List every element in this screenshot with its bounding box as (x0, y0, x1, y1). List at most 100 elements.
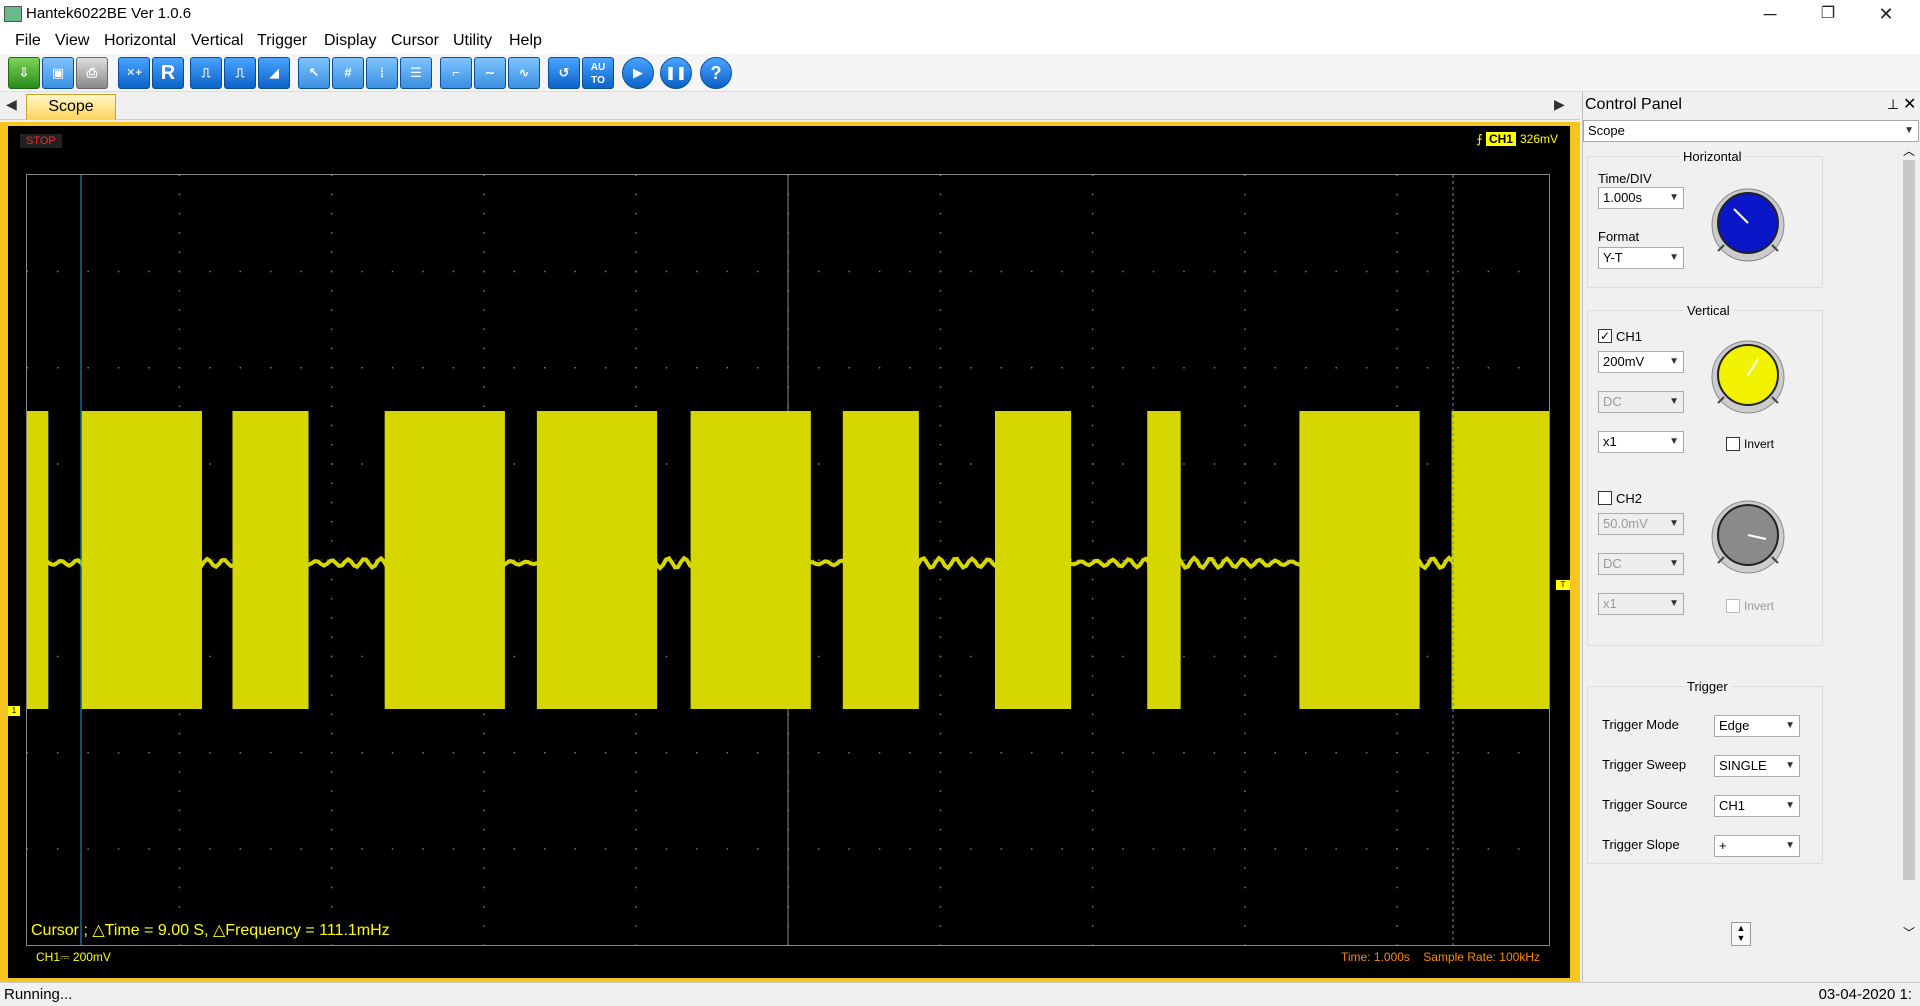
grid-dot (635, 790, 637, 792)
grid-dot (1091, 482, 1094, 484)
ch2-volts-knob-icon[interactable] (1710, 499, 1786, 575)
menu-vertical[interactable]: Vertical (191, 32, 243, 50)
trigger-slope-select[interactable]: + ▼ (1714, 835, 1800, 857)
pin-icon[interactable]: ⊥ (1887, 96, 1899, 113)
trigger-mode-select[interactable]: Edge ▼ (1714, 715, 1800, 737)
ch1-invert-checkbox[interactable] (1726, 437, 1740, 451)
menu-view[interactable]: View (55, 32, 89, 50)
menu-help[interactable]: Help (509, 32, 542, 50)
auto-icon[interactable]: AU TO (582, 57, 614, 89)
ch1-probe-value: x1 (1603, 434, 1617, 449)
time-div-select[interactable]: 1.000s ▼ (1598, 187, 1684, 209)
grid-dot (1244, 405, 1246, 407)
grid-dot (1091, 636, 1094, 638)
ch1-level-marker[interactable]: 1 (8, 706, 20, 716)
grid-dot (635, 906, 637, 908)
grid-dot (178, 405, 181, 407)
grid-dot (1183, 463, 1185, 465)
panel-close-icon[interactable]: ✕ (1903, 94, 1916, 114)
scope-display[interactable]: STOP ⨍ CH1 326mV Cursor ; △Time = 9.00 S,… (8, 126, 1570, 978)
cursor-xy-icon[interactable]: ✕+ (118, 57, 150, 89)
grid-dot (483, 213, 485, 215)
grid-dot (939, 309, 942, 311)
ch2-checkbox[interactable] (1598, 491, 1612, 505)
ch1-invert-label: Invert (1744, 437, 1775, 451)
grid-dot (87, 848, 89, 850)
grid-dot (117, 848, 120, 850)
grid-dot (483, 270, 485, 273)
scroll-up-icon[interactable]: ︿ (1903, 142, 1915, 159)
grid-dot (270, 367, 272, 369)
print-icon[interactable]: ⎙ (76, 57, 108, 89)
scroll-down-icon[interactable]: ﹀ (1903, 924, 1915, 941)
panel-scrollbar[interactable]: ︿ ﹀ (1899, 142, 1917, 942)
ch1-volts-select[interactable]: 200mV ▼ (1598, 351, 1684, 373)
ch2-volts-select[interactable]: 50.0mV ▼ (1598, 513, 1684, 535)
ramp-icon[interactable]: ◢ (258, 57, 290, 89)
r-icon[interactable]: R (152, 57, 184, 89)
grid-dot (1396, 367, 1398, 369)
grid-icon[interactable]: # (332, 57, 364, 89)
menu-cursor[interactable]: Cursor (391, 32, 439, 50)
play-icon[interactable]: ▶ (622, 57, 654, 89)
open-icon[interactable]: ⇩ (8, 57, 40, 89)
grid-dot (452, 752, 455, 754)
trigger-source-select[interactable]: CH1 ▼ (1714, 795, 1800, 817)
grid-dot (939, 174, 942, 176)
menu-file[interactable]: File (15, 32, 41, 50)
menu-horizontal[interactable]: Horizontal (104, 32, 176, 50)
menu-utility[interactable]: Utility (453, 32, 492, 50)
help-icon[interactable]: ? (700, 57, 732, 89)
minimize-button[interactable]: ─ (1742, 0, 1798, 30)
grid-dot (330, 617, 333, 619)
tab-scroll-right-icon[interactable]: ▶ (1554, 96, 1565, 113)
save-icon[interactable]: ▣ (42, 57, 74, 89)
tab-scroll-left-icon[interactable]: ◀ (6, 96, 17, 113)
spin-button[interactable]: ▲ ▼ (1731, 922, 1751, 946)
ch1-checkbox[interactable]: ✓ (1598, 329, 1612, 343)
grid-dot (848, 367, 850, 369)
grid-dot (1426, 752, 1429, 754)
vertical-lines-icon[interactable]: ⦙ (366, 57, 398, 89)
menu-display[interactable]: Display (324, 32, 376, 50)
ch2-label: CH2 (1616, 491, 1643, 506)
grid-dot (56, 655, 59, 658)
tab-scope[interactable]: Scope (26, 94, 116, 120)
sine-icon[interactable]: ∿ (508, 57, 540, 89)
grid-dot (1061, 848, 1063, 850)
pulse-icon[interactable]: ⎍ (190, 57, 222, 89)
grid-dot (939, 482, 942, 484)
waveform-grid[interactable]: Cursor ; △Time = 9.00 S, △Frequency = 11… (26, 174, 1550, 946)
format-select[interactable]: Y-T ▼ (1598, 247, 1684, 269)
ch2-probe-value: x1 (1603, 596, 1617, 611)
grid-dot (1091, 694, 1094, 696)
grid-dot (178, 713, 181, 715)
trigger-level-marker[interactable]: T (1556, 580, 1570, 590)
menu-trigger[interactable]: Trigger (257, 32, 307, 50)
grid-dot (635, 174, 637, 176)
grid-dot (1122, 848, 1124, 850)
select-arrow-icon[interactable]: ↖ (298, 57, 330, 89)
grid-dot (483, 829, 485, 831)
pause-icon[interactable]: ❚❚ (660, 57, 692, 89)
maximize-button[interactable]: ❐ (1800, 0, 1856, 30)
ch1-volts-knob-icon[interactable] (1710, 339, 1786, 415)
ch1-coupling-select[interactable]: DC ▼ (1598, 391, 1684, 413)
scroll-thumb[interactable] (1903, 160, 1915, 880)
grid-dot (970, 752, 972, 754)
close-button[interactable]: ✕ (1858, 0, 1914, 30)
ch1-probe-select[interactable]: x1 ▼ (1598, 431, 1684, 453)
horizontal-lines-icon[interactable]: ☰ (400, 57, 432, 89)
grid-dot (1244, 906, 1246, 908)
grid-dot (483, 886, 485, 889)
undo-icon[interactable]: ↺ (548, 57, 580, 89)
wave-icon[interactable]: ∼ (474, 57, 506, 89)
ch2-invert-checkbox[interactable] (1726, 599, 1740, 613)
panel-selector[interactable]: Scope ▼ (1583, 120, 1919, 142)
ch2-coupling-select[interactable]: DC ▼ (1598, 553, 1684, 575)
pulse-edge-icon[interactable]: ⎍ (224, 57, 256, 89)
trigger-sweep-select[interactable]: SINGLE ▼ (1714, 755, 1800, 777)
ch2-probe-select[interactable]: x1 ▼ (1598, 593, 1684, 615)
timebase-knob-icon[interactable] (1710, 187, 1786, 263)
step-icon[interactable]: ⌐ (440, 57, 472, 89)
